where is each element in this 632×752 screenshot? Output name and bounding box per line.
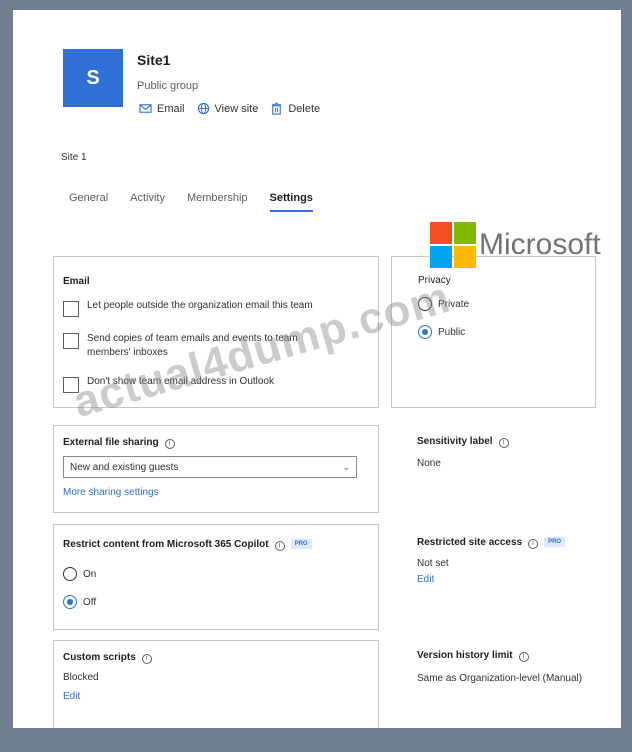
external-sharing-dropdown[interactable]: New and existing guests ⌄ [63, 456, 357, 478]
delete-action-label: Delete [288, 102, 321, 115]
radio-button[interactable] [418, 325, 432, 339]
privacy-option-label: Private [438, 298, 470, 310]
sensitivity-title: Sensitivity label i [417, 436, 509, 448]
restricted-access-title-text: Restricted site access [417, 537, 523, 548]
site-title: Site1 [137, 52, 171, 68]
restricted-access-edit-link[interactable]: Edit [417, 574, 565, 585]
tab-bar: General Activity Membership Settings [69, 192, 314, 212]
privacy-section-title: Privacy [418, 275, 451, 286]
tab-membership[interactable]: Membership [187, 192, 248, 212]
radio-button[interactable] [63, 595, 77, 609]
version-history-section: Version history limit i Same as Organizat… [417, 650, 582, 684]
pro-badge: PRO [544, 537, 566, 548]
info-icon[interactable]: i [274, 540, 285, 551]
mail-icon [139, 104, 152, 113]
breadcrumb: Site 1 [61, 152, 87, 163]
microsoft-logo-text: Microsoft [479, 228, 601, 261]
restricted-access-title: Restricted site access i PRO [417, 537, 566, 549]
privacy-option-label: Public [438, 326, 466, 338]
view-site-action-button[interactable]: View site [197, 102, 259, 115]
email-option-outside[interactable]: Let people outside the organization emai… [63, 300, 363, 317]
copilot-option-label: Off [83, 596, 97, 608]
site-subtitle: Public group [137, 80, 199, 92]
trash-icon [272, 102, 282, 115]
email-action-button[interactable]: Email [139, 102, 185, 115]
more-sharing-settings-link[interactable]: More sharing settings [63, 487, 159, 498]
info-icon[interactable]: i [141, 653, 152, 664]
email-section: Email Let people outside the organizatio… [53, 256, 379, 408]
logo-square-blue [430, 246, 452, 268]
custom-scripts-section: Custom scripts i Blocked Edit [53, 640, 379, 728]
email-option-hide-address[interactable]: Don't show team email address in Outlook [63, 376, 363, 393]
external-sharing-selected: New and existing guests [70, 461, 179, 473]
external-sharing-title-text: External file sharing [63, 437, 159, 448]
sensitivity-title-text: Sensitivity label [417, 436, 493, 447]
microsoft-logo-grid [430, 222, 476, 268]
copilot-option-label: On [83, 568, 97, 580]
tab-activity[interactable]: Activity [130, 192, 165, 212]
privacy-section: Privacy Private Public [391, 256, 596, 408]
email-action-label: Email [157, 102, 185, 115]
view-site-action-label: View site [214, 102, 259, 115]
external-sharing-section: External file sharing i New and existing … [53, 425, 379, 513]
checkbox[interactable] [63, 301, 79, 317]
tab-settings[interactable]: Settings [269, 192, 314, 212]
site-actions: Email View site Delete [139, 102, 320, 115]
info-icon[interactable]: i [528, 538, 539, 549]
info-icon[interactable]: i [498, 437, 509, 448]
version-history-title-text: Version history limit [417, 650, 513, 661]
chevron-down-icon: ⌄ [342, 461, 350, 472]
email-option-label: Send copies of team emails and events to… [87, 333, 298, 358]
custom-scripts-title-text: Custom scripts [63, 652, 136, 663]
logo-square-green [454, 222, 476, 244]
restricted-access-section: Restricted site access i PRO Not set Edit [417, 537, 566, 585]
logo-square-yellow [454, 246, 476, 268]
version-history-title: Version history limit i [417, 650, 582, 662]
copilot-option-on[interactable]: On [63, 567, 96, 581]
custom-scripts-value: Blocked [63, 672, 99, 683]
version-history-value: Same as Organization-level (Manual) [417, 672, 583, 684]
info-icon[interactable]: i [164, 438, 175, 449]
privacy-option-public[interactable]: Public [418, 325, 465, 339]
email-section-title: Email [63, 276, 90, 287]
site-settings-panel: S Site1 Public group Email View site Del… [13, 10, 621, 728]
site-tile-letter: S [86, 66, 100, 89]
privacy-option-private[interactable]: Private [418, 297, 469, 311]
email-option-label: Let people outside the organization emai… [87, 300, 313, 311]
microsoft-logo: Microsoft [430, 222, 601, 268]
globe-icon [197, 102, 209, 115]
site-tile: S [63, 49, 123, 107]
email-option-label: Don't show team email address in Outlook [87, 376, 274, 387]
sensitivity-value: None [417, 457, 441, 469]
info-icon[interactable]: i [518, 651, 529, 662]
external-sharing-title: External file sharing i [63, 437, 175, 449]
copilot-restriction-section: Restrict content from Microsoft 365 Copi… [53, 524, 379, 630]
delete-action-button[interactable]: Delete [270, 102, 320, 115]
restricted-access-value: Not set [417, 557, 449, 569]
copilot-title: Restrict content from Microsoft 365 Copi… [63, 539, 312, 551]
custom-scripts-edit-link[interactable]: Edit [63, 691, 80, 702]
tab-general[interactable]: General [69, 192, 108, 212]
radio-button[interactable] [63, 567, 77, 581]
checkbox[interactable] [63, 333, 79, 349]
copilot-title-text: Restrict content from Microsoft 365 Copi… [63, 539, 269, 550]
checkbox[interactable] [63, 377, 79, 393]
sensitivity-section: Sensitivity label i None [417, 436, 509, 469]
copilot-option-off[interactable]: Off [63, 595, 96, 609]
pro-badge: PRO [290, 539, 312, 550]
logo-square-red [430, 222, 452, 244]
custom-scripts-title: Custom scripts i [63, 652, 152, 664]
email-option-send-copies[interactable]: Send copies of team emails and events to… [63, 332, 333, 360]
radio-button[interactable] [418, 297, 432, 311]
